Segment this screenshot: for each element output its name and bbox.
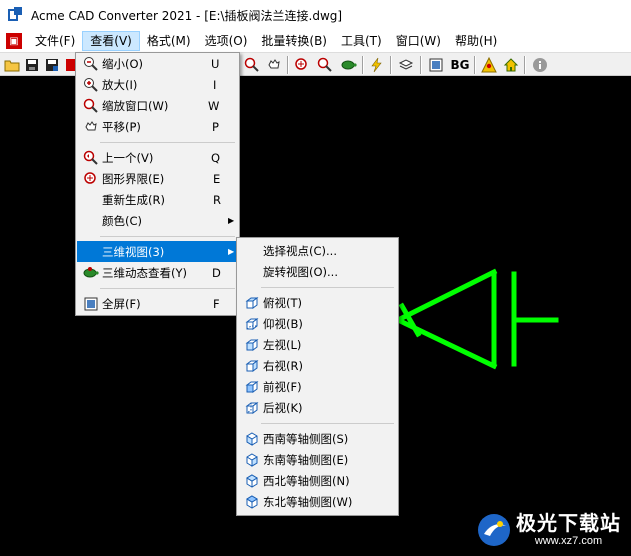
- window-title: Acme CAD Converter 2021 - [E:\插板阀法兰连接.dw…: [31, 8, 343, 23]
- zoom-previous-icon: [82, 149, 99, 166]
- menu-zoom-extents[interactable]: 图形界限(E) E: [78, 168, 237, 189]
- save-icon[interactable]: [23, 56, 41, 74]
- menu-file[interactable]: 文件(F): [28, 31, 82, 51]
- watermark: 极光下载站 www.xz7.com: [476, 512, 621, 548]
- turtle-toolbar-icon[interactable]: [339, 56, 357, 74]
- menu-sw-isometric[interactable]: 西南等轴侧图(S): [239, 428, 396, 449]
- menu-3d-view[interactable]: 三维视图(3) ▶: [77, 241, 238, 262]
- menu-ne-isometric[interactable]: 东北等轴侧图(W): [239, 491, 396, 512]
- cube-left-icon: [243, 336, 260, 353]
- save-as-icon[interactable]: [43, 56, 61, 74]
- menu-format[interactable]: 格式(M): [140, 31, 198, 51]
- isometric-se-icon: [243, 451, 260, 468]
- menu-back-view[interactable]: 后视(K): [239, 397, 396, 418]
- watermark-url: www.xz7.com: [534, 535, 603, 547]
- menu-regenerate[interactable]: 重新生成(R) R: [78, 189, 237, 210]
- watermark-name: 极光下载站: [516, 513, 621, 535]
- view-menu: 缩小(O) U 放大(I) I 缩放窗口(W) W 平移(P) P 上一个(V)…: [75, 52, 240, 316]
- menu-zoom-out[interactable]: 缩小(O) U: [78, 53, 237, 74]
- menu-zoom-in[interactable]: 放大(I) I: [78, 74, 237, 95]
- menu-left-view[interactable]: 左视(L): [239, 334, 396, 355]
- title-bar: Acme CAD Converter 2021 - [E:\插板阀法兰连接.dw…: [0, 0, 631, 30]
- cube-top-icon: [243, 294, 260, 311]
- zoom-out-icon: [82, 55, 99, 72]
- zoom-window-icon: [82, 97, 99, 114]
- menu-pan[interactable]: 平移(P) P: [78, 116, 237, 137]
- menu-right-view[interactable]: 右视(R): [239, 355, 396, 376]
- menu-select-viewpoint[interactable]: 选择视点(C)...: [239, 240, 396, 261]
- lightning-icon[interactable]: [368, 56, 386, 74]
- layers-icon[interactable]: [397, 56, 415, 74]
- system-menu-icon[interactable]: ▣: [6, 33, 22, 49]
- menu-nw-isometric[interactable]: 西北等轴侧图(N): [239, 470, 396, 491]
- menu-bottom-view[interactable]: 仰视(B): [239, 313, 396, 334]
- menu-color[interactable]: 颜色(C) ▶: [78, 210, 237, 231]
- menu-top-view[interactable]: 俯视(T): [239, 292, 396, 313]
- info-icon[interactable]: [531, 56, 549, 74]
- menu-view[interactable]: 查看(V): [82, 31, 140, 51]
- warning-person-icon[interactable]: [480, 56, 498, 74]
- menu-batch-convert[interactable]: 批量转换(B): [254, 31, 334, 51]
- zoom-extents-toolbar-icon[interactable]: [293, 56, 311, 74]
- fullscreen-icon: [82, 295, 99, 312]
- cube-bottom-icon: [243, 315, 260, 332]
- menu-zoom-previous[interactable]: 上一个(V) Q: [78, 147, 237, 168]
- zoom-previous-toolbar-icon[interactable]: [316, 56, 334, 74]
- menu-window[interactable]: 窗口(W): [389, 31, 448, 51]
- submenu-arrow-icon: ▶: [228, 247, 235, 256]
- home-icon[interactable]: [502, 56, 520, 74]
- menu-rotate-view[interactable]: 旋转视图(O)...: [239, 261, 396, 282]
- fullscreen-toolbar-icon[interactable]: [427, 56, 445, 74]
- turtle-icon: [82, 264, 99, 281]
- view3d-submenu: 选择视点(C)... 旋转视图(O)... 俯视(T) 仰视(B) 左视(L) …: [236, 237, 399, 516]
- zoom-window-toolbar-icon[interactable]: [243, 56, 261, 74]
- background-color-button[interactable]: BG: [448, 56, 472, 74]
- zoom-extents-icon: [82, 170, 99, 187]
- menu-se-isometric[interactable]: 东南等轴侧图(E): [239, 449, 396, 470]
- menu-tools[interactable]: 工具(T): [334, 31, 389, 51]
- menu-bar: ▣ 文件(F) 查看(V) 格式(M) 选项(O) 批量转换(B) 工具(T) …: [0, 30, 631, 52]
- isometric-ne-icon: [243, 493, 260, 510]
- zoom-in-icon: [82, 76, 99, 93]
- submenu-arrow-icon: ▶: [228, 216, 235, 225]
- pan-toolbar-icon[interactable]: [265, 56, 283, 74]
- open-folder-icon[interactable]: [3, 56, 21, 74]
- isometric-nw-icon: [243, 472, 260, 489]
- cube-front-icon: [243, 378, 260, 395]
- watermark-logo-icon: [476, 512, 512, 548]
- menu-options[interactable]: 选项(O): [198, 31, 255, 51]
- menu-help[interactable]: 帮助(H): [448, 31, 504, 51]
- pan-hand-icon: [82, 118, 99, 135]
- menu-zoom-window[interactable]: 缩放窗口(W) W: [78, 95, 237, 116]
- cube-right-icon: [243, 357, 260, 374]
- isometric-sw-icon: [243, 430, 260, 447]
- menu-front-view[interactable]: 前视(F): [239, 376, 396, 397]
- app-icon: [7, 7, 23, 23]
- cube-back-icon: [243, 399, 260, 416]
- menu-fullscreen[interactable]: 全屏(F) F: [78, 293, 237, 314]
- menu-3d-orbit[interactable]: 三维动态查看(Y) D: [78, 262, 237, 283]
